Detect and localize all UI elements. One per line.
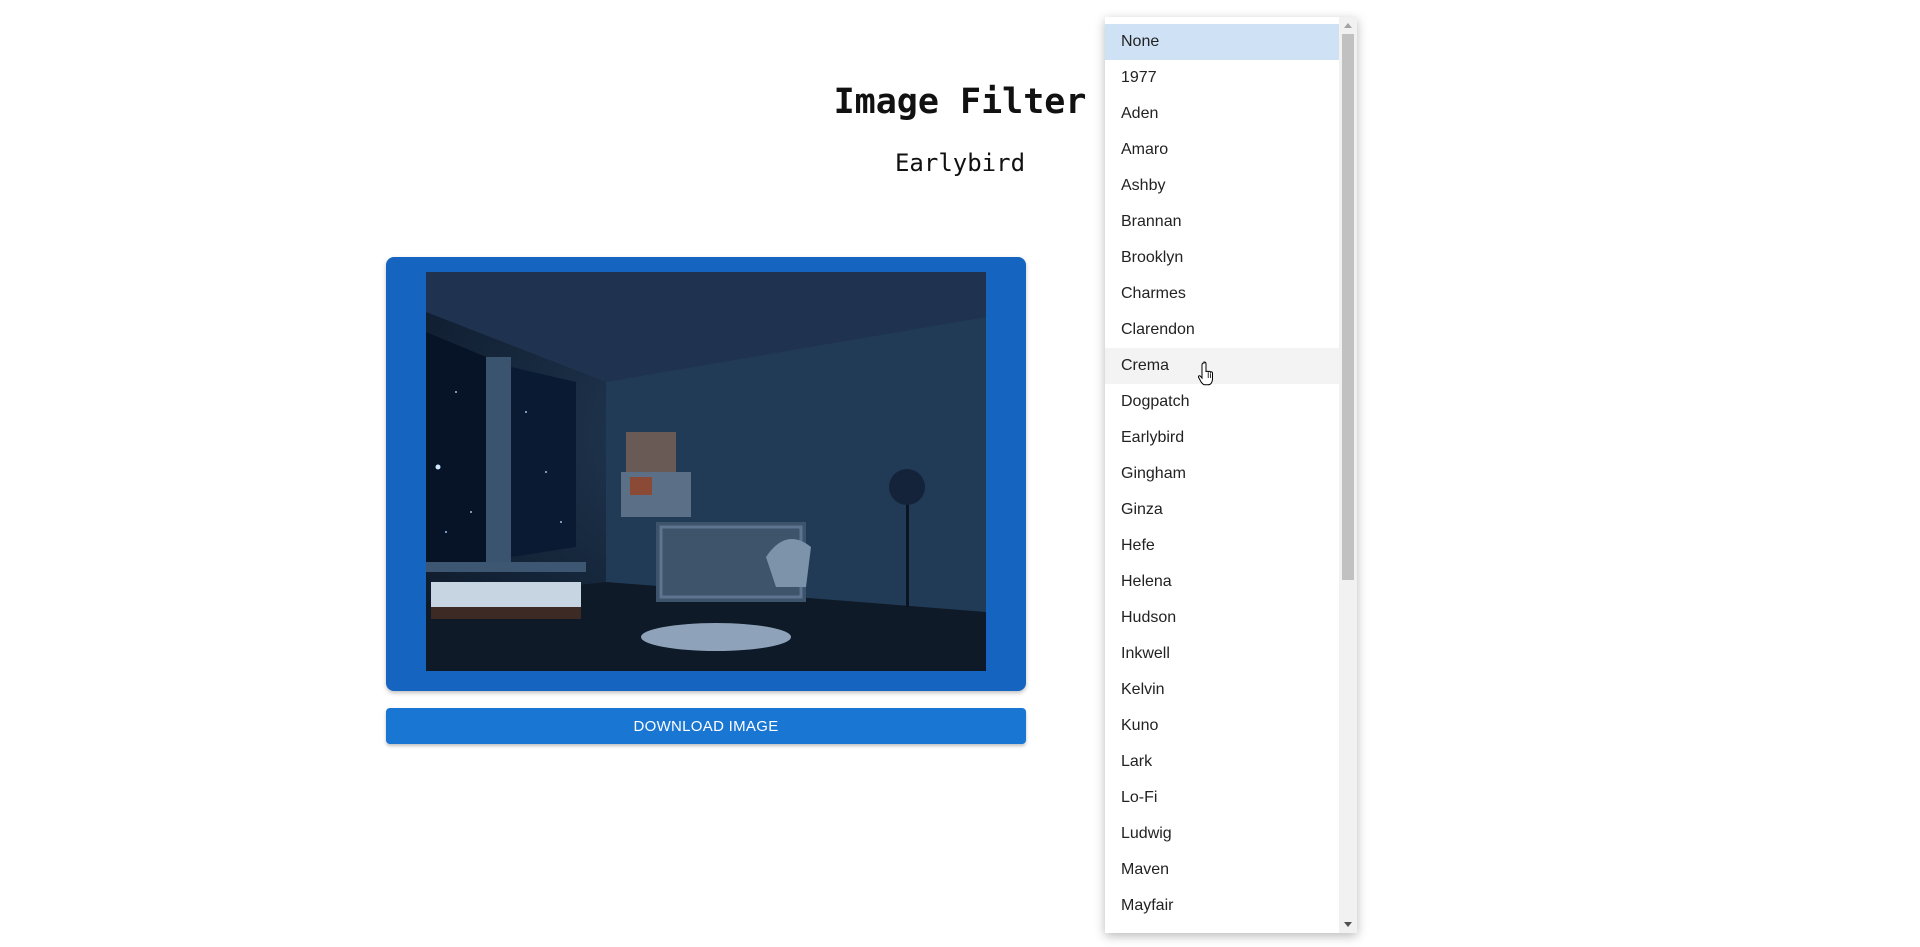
filter-option[interactable]: Ginza — [1105, 492, 1339, 528]
filter-option[interactable]: 1977 — [1105, 60, 1339, 96]
download-image-button[interactable]: DOWNLOAD IMAGE — [386, 708, 1026, 744]
filter-option[interactable]: Dogpatch — [1105, 384, 1339, 420]
filter-option[interactable]: Maven — [1105, 852, 1339, 888]
filter-option[interactable]: Kuno — [1105, 708, 1339, 744]
image-preview-card — [386, 257, 1026, 691]
filter-option[interactable]: Ashby — [1105, 168, 1339, 204]
filter-option[interactable]: Lo-Fi — [1105, 780, 1339, 816]
filter-option[interactable]: Hudson — [1105, 600, 1339, 636]
filter-option[interactable]: Charmes — [1105, 276, 1339, 312]
filter-option[interactable]: Brannan — [1105, 204, 1339, 240]
filter-option[interactable]: Brooklyn — [1105, 240, 1339, 276]
filter-option[interactable]: Ludwig — [1105, 816, 1339, 852]
hand-pointer-cursor-icon — [1198, 361, 1213, 386]
filter-option[interactable]: Clarendon — [1105, 312, 1339, 348]
filter-option[interactable]: Mayfair — [1105, 888, 1339, 924]
filter-option[interactable]: Crema — [1105, 348, 1339, 384]
filter-option[interactable]: Gingham — [1105, 456, 1339, 492]
filter-option[interactable]: Earlybird — [1105, 420, 1339, 456]
filter-option[interactable]: Amaro — [1105, 132, 1339, 168]
dropdown-scrollbar[interactable] — [1339, 17, 1357, 933]
filter-option[interactable]: Lark — [1105, 744, 1339, 780]
scroll-up-arrow-icon[interactable] — [1344, 23, 1352, 28]
preview-image — [426, 272, 986, 671]
filter-options: None 1977 Aden Amaro Ashby Brannan Brook… — [1105, 17, 1339, 924]
page-title: Image Filter — [833, 82, 1087, 122]
filter-option[interactable]: Aden — [1105, 96, 1339, 132]
scroll-thumb[interactable] — [1342, 34, 1354, 580]
filter-option[interactable]: Helena — [1105, 564, 1339, 600]
filter-option[interactable]: None — [1105, 24, 1339, 60]
filter-option[interactable]: Hefe — [1105, 528, 1339, 564]
current-filter-label: Earlybird — [894, 149, 1026, 177]
filter-option[interactable]: Inkwell — [1105, 636, 1339, 672]
filter-dropdown-list[interactable]: None 1977 Aden Amaro Ashby Brannan Brook… — [1105, 17, 1357, 933]
filter-option[interactable]: Kelvin — [1105, 672, 1339, 708]
scroll-down-arrow-icon[interactable] — [1344, 922, 1352, 927]
